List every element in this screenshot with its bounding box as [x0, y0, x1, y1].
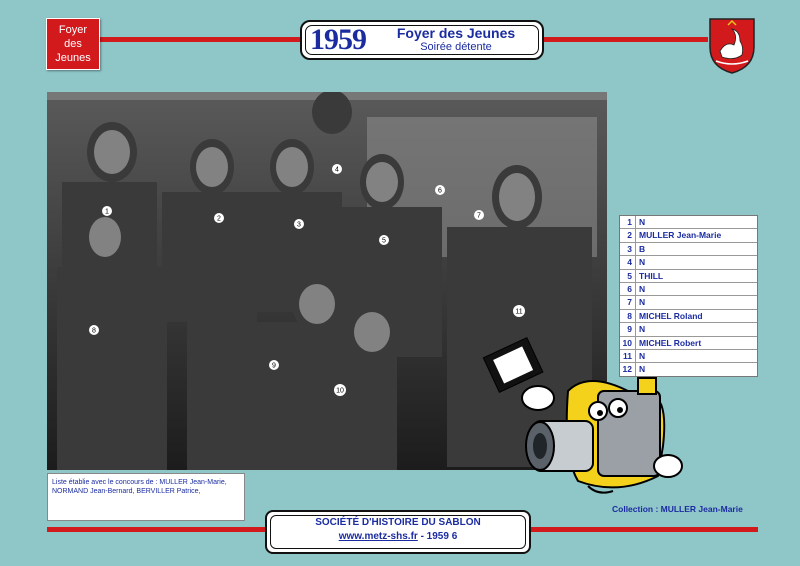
table-row: 9N [620, 323, 757, 337]
table-row: 6N [620, 282, 757, 297]
photo-marker: 10 [336, 388, 344, 395]
year-label: 1959 [310, 23, 367, 56]
table-row: 7N [620, 296, 757, 310]
camera-mascot-icon [482, 336, 683, 494]
society-name: SOCIÉTÉ D'HISTOIRE DU SABLON [315, 517, 481, 528]
table-row: 2 MULLER Jean-Marie [620, 229, 757, 243]
photo-marker: 9 [272, 363, 276, 370]
coat-of-arms-icon [709, 18, 755, 74]
credits-line-2: NORMAND Jean-Bernard, BERVILLER Patrice, [52, 488, 201, 495]
table-row: 4N [620, 256, 757, 270]
page-subtitle: Soirée détente [420, 41, 492, 53]
badge-line-1: Foyer [58, 24, 88, 36]
credits-box: Liste établie avec le concours de : MULL… [47, 473, 245, 521]
photo-marker: 11 [515, 309, 522, 316]
photo-marker: 5 [382, 238, 386, 245]
photo-marker: 4 [335, 167, 339, 174]
header-box: 1959 Foyer des Jeunes Soirée détente [300, 20, 544, 60]
table-row: 5 THILL [620, 269, 757, 283]
table-row: 3B [620, 242, 757, 257]
photo-ref: - 1959 6 [417, 531, 458, 542]
photo-marker: 1 [105, 209, 109, 216]
footer-reference: www.metz-shs.fr - 1959 6 [267, 531, 529, 542]
badge-line-3: Jeunes [55, 52, 91, 64]
header-line-left [100, 37, 300, 42]
collection-label: Collection : MULLER Jean-Marie [612, 504, 743, 514]
photo-marker: 7 [477, 213, 481, 220]
footer-line-right [527, 527, 758, 532]
credits-line-1: Liste établie avec le concours de : MULL… [52, 479, 227, 486]
website-link[interactable]: www.metz-shs.fr [339, 531, 418, 542]
photo-marker: 3 [297, 222, 301, 229]
page-title: Foyer des Jeunes [396, 25, 516, 41]
badge-line-2: des [64, 38, 82, 50]
photo-marker: 6 [438, 188, 442, 195]
table-row: 1N [620, 216, 757, 230]
footer-box: SOCIÉTÉ D'HISTOIRE DU SABLON www.metz-sh… [265, 510, 531, 554]
photo-marker: 2 [217, 216, 221, 223]
header-line-right [540, 37, 708, 42]
footer-line-left [47, 527, 265, 532]
photo-marker: 8 [92, 328, 96, 335]
table-row: 8 MICHEL Roland [620, 309, 757, 324]
foyer-badge: Foyer des Jeunes [46, 18, 100, 70]
